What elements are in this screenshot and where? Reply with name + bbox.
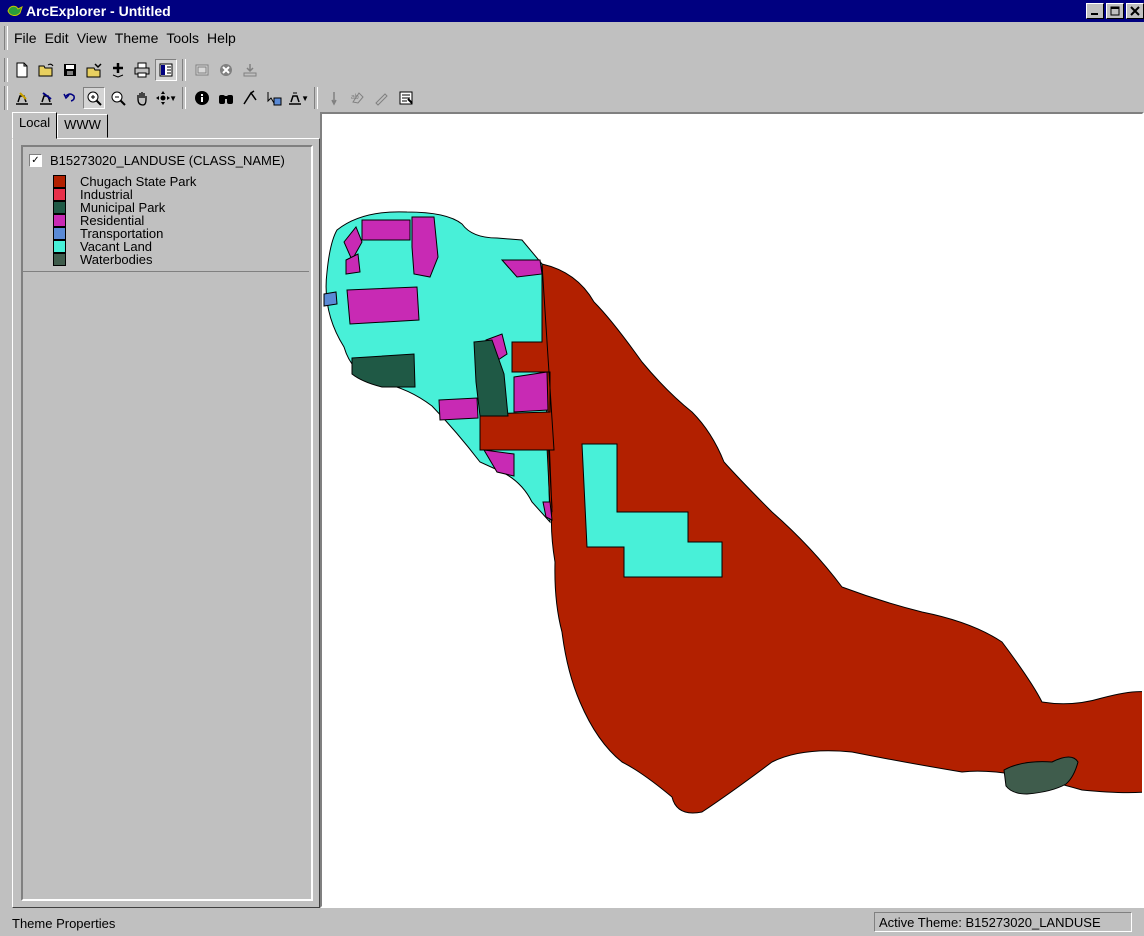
pan-dropdown-icon[interactable]: ▼	[155, 87, 177, 109]
stop-icon[interactable]	[215, 59, 237, 81]
title-bar[interactable]: ArcExplorer - Untitled	[0, 0, 1144, 22]
close-button[interactable]	[1126, 3, 1144, 19]
menu-file[interactable]: File	[10, 28, 41, 48]
add-theme-icon[interactable]	[107, 59, 129, 81]
arcexplorer-app-icon	[6, 3, 24, 19]
open-icon[interactable]	[35, 59, 57, 81]
tab-www[interactable]: WWW	[57, 114, 108, 138]
legend-swatch	[53, 240, 66, 253]
geocode-icon[interactable]: ▼	[287, 87, 309, 109]
draw-icon[interactable]	[371, 87, 393, 109]
clear-icon[interactable]	[323, 87, 345, 109]
map-view[interactable]	[320, 112, 1144, 908]
map-transportation[interactable]	[323, 291, 338, 307]
toolbar-separator	[182, 59, 186, 81]
map-window-icon[interactable]	[191, 59, 213, 81]
toolbar-separator-3	[314, 87, 318, 109]
window-title: ArcExplorer - Untitled	[26, 3, 171, 19]
pan-icon[interactable]	[131, 87, 153, 109]
theme-name: B15273020_LANDUSE (CLASS_NAME)	[50, 153, 285, 168]
toggle-legend-icon[interactable]	[155, 59, 177, 81]
map-municipal-park[interactable]	[351, 353, 416, 388]
measure-icon[interactable]	[239, 87, 261, 109]
open-project-icon[interactable]	[83, 59, 105, 81]
undo-icon[interactable]	[59, 87, 81, 109]
theme-visibility-checkbox[interactable]: ✓	[29, 154, 42, 167]
print-icon[interactable]	[131, 59, 153, 81]
legend-swatch	[53, 201, 66, 214]
eraser-icon[interactable]: ab	[347, 87, 369, 109]
legend-swatch	[53, 175, 66, 188]
properties-icon[interactable]	[395, 87, 417, 109]
standard-toolbar	[0, 56, 1144, 84]
toolbar-grip-2[interactable]	[4, 86, 8, 110]
zoom-in-icon[interactable]	[83, 87, 105, 109]
export-icon[interactable]	[239, 59, 261, 81]
save-icon[interactable]	[59, 59, 81, 81]
legend-swatch	[53, 227, 66, 240]
legend-label: Waterbodies	[80, 252, 153, 267]
tools-toolbar: ▼ ▼ ab	[0, 84, 1144, 112]
menu-theme[interactable]: Theme	[111, 28, 163, 48]
select-icon[interactable]	[263, 87, 285, 109]
new-icon[interactable]	[11, 59, 33, 81]
identify-icon[interactable]	[191, 87, 213, 109]
legend-swatch	[53, 214, 66, 227]
menu-help[interactable]: Help	[203, 28, 240, 48]
table-of-contents[interactable]: ✓ B15273020_LANDUSE (CLASS_NAME) Chugach…	[21, 145, 313, 901]
theme-legend: Chugach State Park Industrial Municipal …	[53, 175, 196, 266]
theme-properties-icon[interactable]	[11, 87, 33, 109]
svg-text:ab: ab	[351, 94, 359, 101]
toc-tabs: Local WWW	[12, 112, 108, 139]
menu-tools[interactable]: Tools	[162, 28, 203, 48]
tab-local[interactable]: Local	[12, 112, 58, 139]
toc-divider	[23, 271, 309, 272]
maximize-button[interactable]	[1106, 3, 1124, 19]
menu-bar: File Edit View Theme Tools Help	[0, 22, 1144, 54]
map-chugach-state-park[interactable]	[479, 263, 1144, 814]
minimize-button[interactable]	[1086, 3, 1104, 19]
legend-swatch	[53, 188, 66, 201]
left-panel: ✓ B15273020_LANDUSE (CLASS_NAME) Chugach…	[12, 138, 320, 908]
menu-edit[interactable]: Edit	[41, 28, 73, 48]
status-bar: Theme Properties Active Theme: B15273020…	[0, 908, 1144, 936]
menu-view[interactable]: View	[73, 28, 111, 48]
legend-item: Waterbodies	[53, 253, 196, 266]
query-builder-icon[interactable]	[35, 87, 57, 109]
toolbar-grip[interactable]	[4, 58, 8, 82]
legend-swatch	[53, 253, 66, 266]
toolbar-separator-2	[182, 87, 186, 109]
menu-grip[interactable]	[4, 26, 8, 50]
zoom-out-icon[interactable]	[107, 87, 129, 109]
active-theme-status: Active Theme: B15273020_LANDUSE	[874, 912, 1132, 932]
status-message: Theme Properties	[12, 916, 116, 931]
map-canvas[interactable]	[322, 114, 1144, 908]
find-icon[interactable]	[215, 87, 237, 109]
theme-entry[interactable]: ✓ B15273020_LANDUSE (CLASS_NAME)	[29, 153, 285, 168]
